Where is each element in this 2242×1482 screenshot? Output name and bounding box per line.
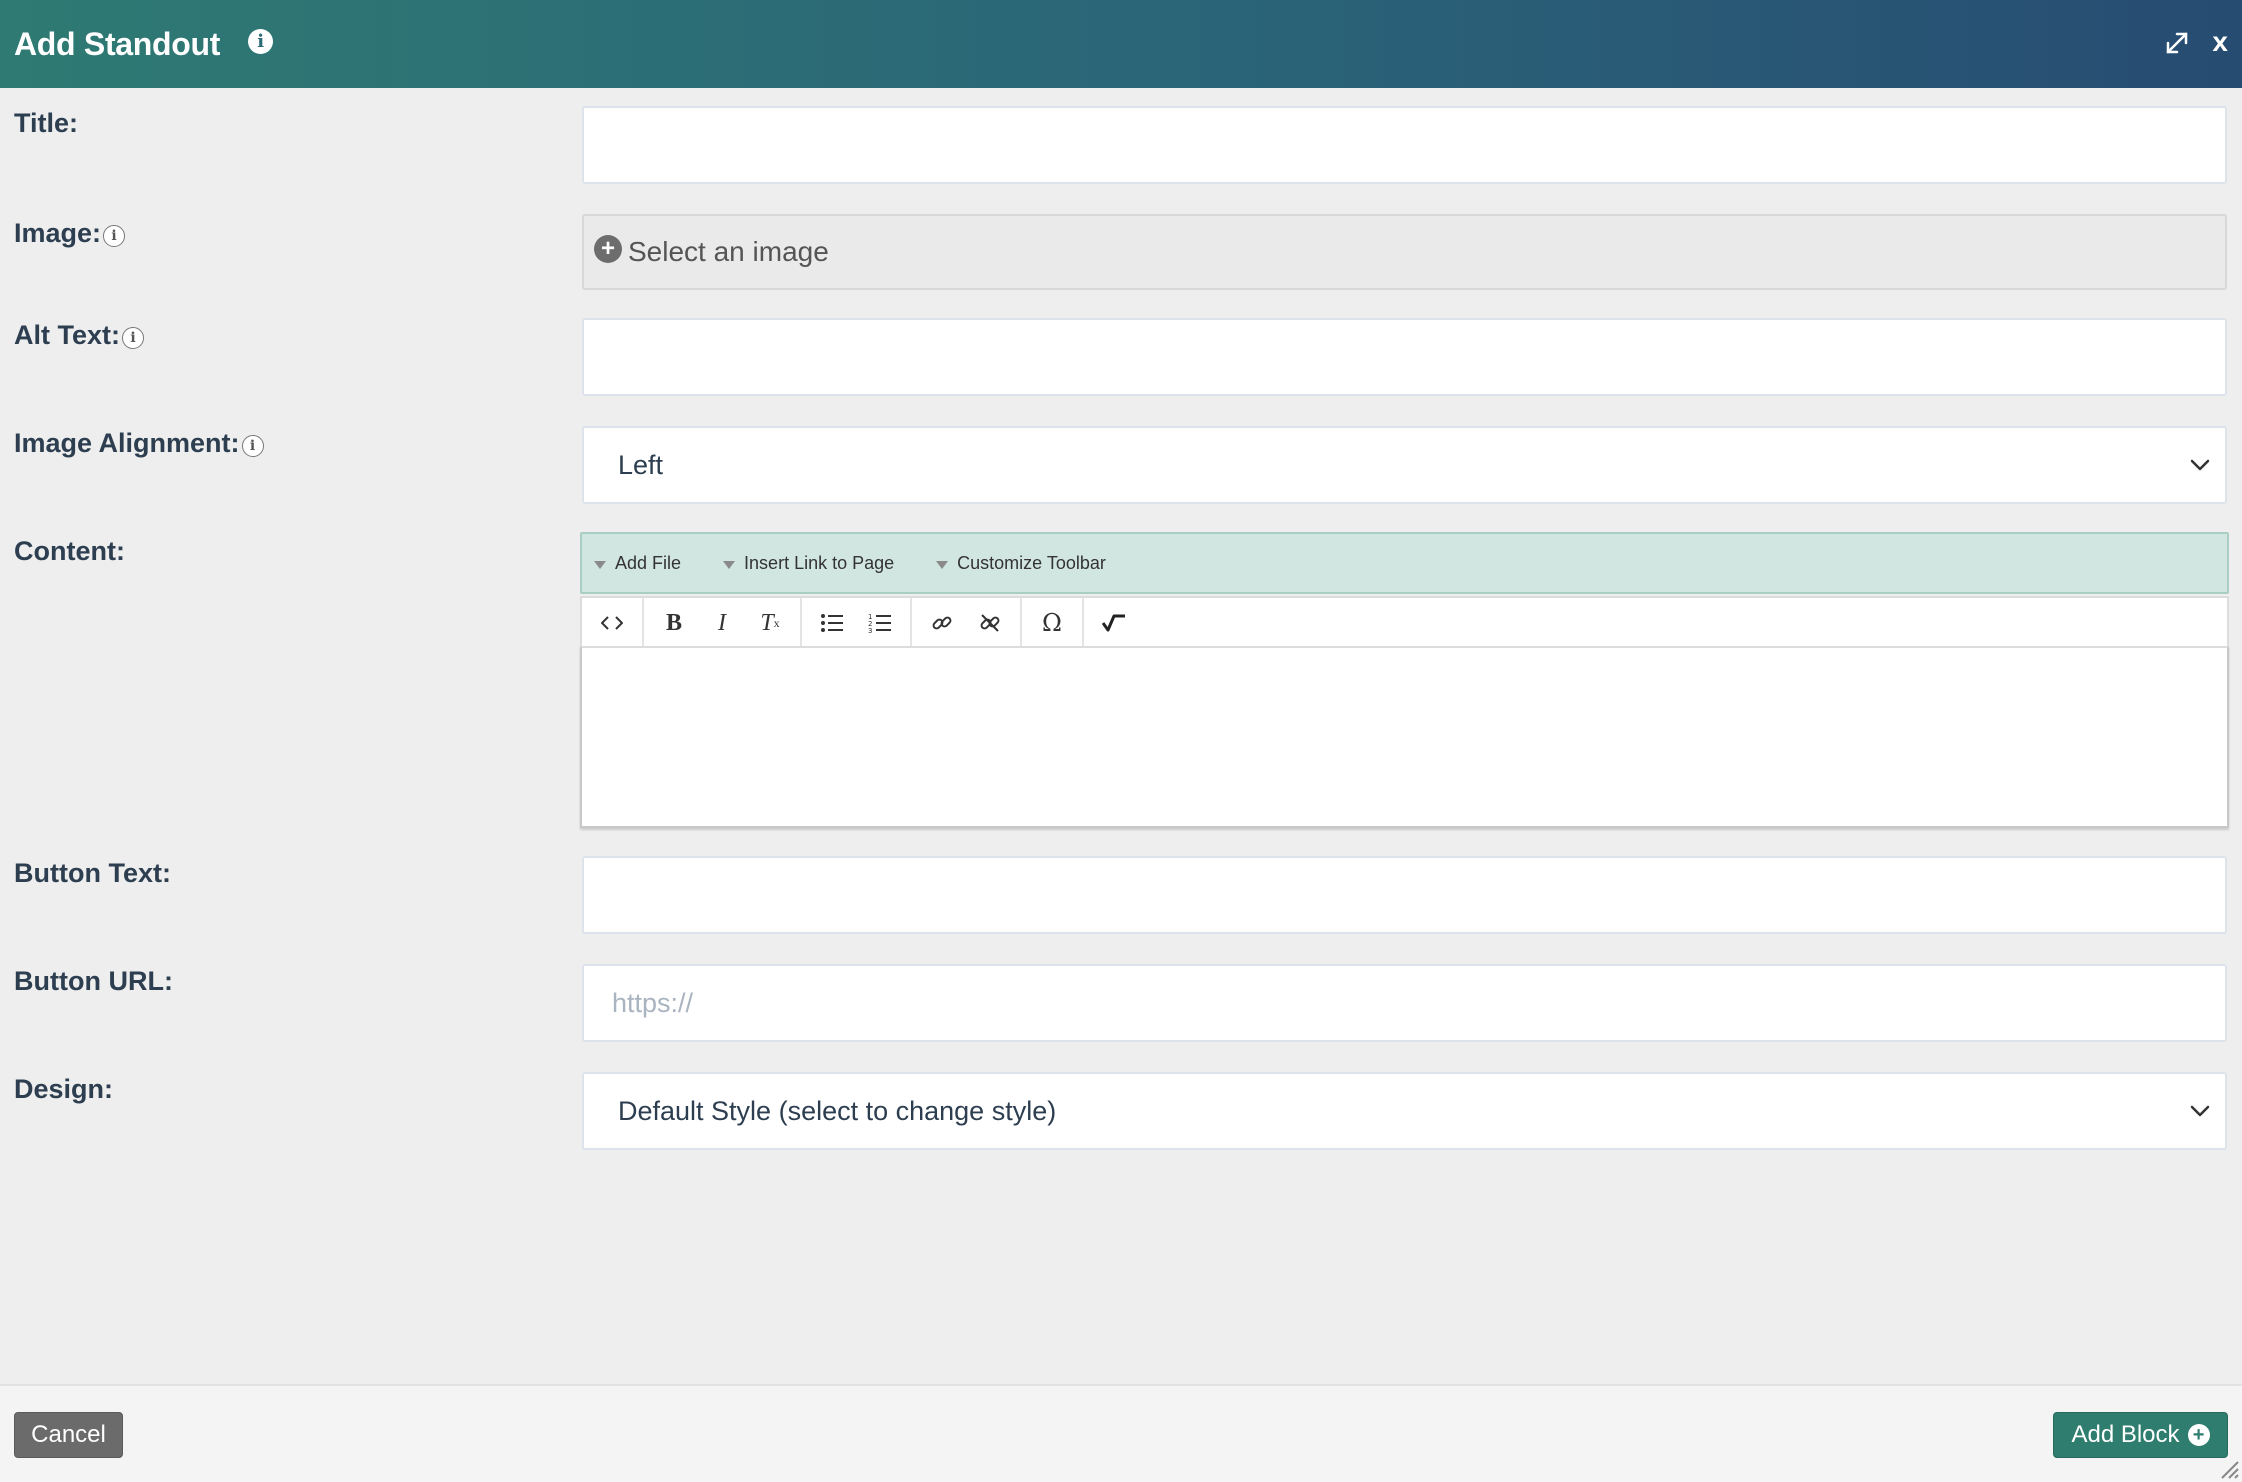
bulleted-list-icon[interactable] [808, 599, 856, 647]
button-url-field[interactable] [582, 964, 2227, 1042]
content-editor[interactable] [580, 646, 2229, 828]
image-alignment-label-text: Image Alignment: [14, 428, 240, 458]
alt-text-label: Alt Text: i [14, 320, 144, 351]
toolbar-group-links [912, 598, 1022, 648]
alt-text-field[interactable] [582, 318, 2227, 396]
toolbar-group-lists: 123 [802, 598, 912, 648]
title-field[interactable] [582, 106, 2227, 184]
svg-text:3: 3 [868, 627, 872, 634]
design-label: Design: [14, 1074, 113, 1105]
insert-link-label: Insert Link to Page [744, 552, 895, 573]
plus-icon: + [594, 235, 622, 263]
button-text-input[interactable] [584, 858, 2225, 932]
insert-link-menu[interactable]: Insert Link to Page [723, 553, 894, 574]
title-label: Title: [14, 108, 78, 139]
math-icon[interactable] [1090, 599, 1138, 647]
italic-icon[interactable]: I [698, 599, 746, 647]
close-button[interactable]: x [2212, 26, 2228, 58]
select-image-button[interactable]: + Select an image [582, 214, 2227, 290]
toolbar-group-insert: Ω [1022, 598, 1084, 648]
source-code-icon[interactable] [588, 599, 636, 647]
add-file-label: Add File [615, 552, 682, 573]
content-label: Content: [14, 536, 125, 567]
image-alignment-select[interactable]: Left [582, 426, 2227, 504]
alt-text-info-icon[interactable]: i [122, 326, 144, 349]
alt-text-input[interactable] [584, 320, 2225, 394]
editor-topbar: Add File Insert Link to Page Customize T… [580, 532, 2229, 594]
design-value: Default Style (select to change style) [618, 1095, 1057, 1126]
customize-toolbar-label: Customize Toolbar [957, 552, 1106, 573]
dialog-header: Add Standout i x [0, 0, 2242, 88]
toolbar-group-source [582, 598, 644, 648]
design-select[interactable]: Default Style (select to change style) [582, 1072, 2227, 1150]
numbered-list-icon[interactable]: 123 [856, 599, 904, 647]
special-character-icon[interactable]: Ω [1028, 599, 1076, 647]
expand-icon[interactable] [2162, 28, 2192, 58]
caret-down-icon [936, 561, 949, 569]
title-label-text: Title: [14, 108, 79, 138]
bold-icon[interactable]: B [650, 599, 698, 647]
chevron-down-icon [2190, 1105, 2210, 1117]
image-alignment-info-icon[interactable]: i [241, 434, 264, 457]
select-image-label: Select an image [628, 236, 829, 267]
alt-text-label-text: Alt Text: [14, 320, 120, 350]
button-url-label: Button URL: [14, 966, 173, 997]
toolbar-group-format: B I Tx [644, 598, 802, 648]
content-label-text: Content: [14, 536, 125, 566]
dialog-footer: Cancel Add Block + [0, 1384, 2242, 1482]
image-alignment-label: Image Alignment: i [14, 428, 264, 459]
button-text-label: Button Text: [14, 858, 171, 889]
image-info-icon[interactable]: i [103, 224, 126, 247]
add-block-button[interactable]: Add Block + [2053, 1412, 2228, 1458]
resize-grip-icon[interactable] [2218, 1458, 2240, 1480]
add-block-label: Add Block [2071, 1421, 2180, 1448]
button-url-label-text: Button URL: [14, 966, 173, 996]
caret-down-icon [594, 561, 606, 569]
image-label: Image: i [14, 218, 126, 249]
button-url-input[interactable] [584, 966, 2225, 1040]
button-text-field[interactable] [582, 856, 2227, 934]
remove-format-icon[interactable]: Tx [746, 599, 794, 647]
unlink-icon[interactable] [966, 599, 1014, 647]
button-text-label-text: Button Text: [14, 858, 171, 888]
image-alignment-value: Left [618, 449, 664, 480]
image-label-text: Image: [14, 218, 102, 248]
dialog-title: Add Standout [14, 25, 221, 62]
plus-circle-icon: + [2187, 1424, 2210, 1446]
title-input[interactable] [584, 108, 2225, 182]
info-icon[interactable]: i [248, 28, 274, 54]
chevron-down-icon [2190, 459, 2210, 471]
editor-toolbar: B I Tx 123 Ω [580, 596, 2229, 648]
caret-down-icon [723, 561, 736, 569]
cancel-button[interactable]: Cancel [14, 1412, 123, 1458]
customize-toolbar-menu[interactable]: Customize Toolbar [936, 553, 1106, 574]
toolbar-group-math [1084, 598, 1144, 648]
design-label-text: Design: [14, 1074, 114, 1104]
link-icon[interactable] [918, 599, 966, 647]
add-file-menu[interactable]: Add File [594, 553, 681, 574]
